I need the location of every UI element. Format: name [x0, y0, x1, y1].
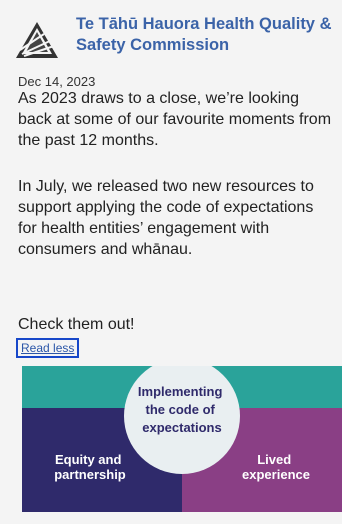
post-paragraph: In July, we released two new resources t… [18, 178, 314, 258]
post-card: Te Tāhū Hauora Health Quality & Safety C… [0, 0, 342, 524]
post-header: Te Tāhū Hauora Health Quality & Safety C… [14, 14, 342, 89]
mountain-logo-icon [14, 20, 60, 62]
org-name-link[interactable]: Te Tāhū Hauora Health Quality & Safety C… [76, 14, 342, 56]
post-paragraph: As 2023 draws to a close, we’re looking … [18, 90, 332, 149]
post-paragraph: Check them out! [18, 316, 135, 333]
post-date: Dec 14, 2023 [18, 74, 96, 89]
image-center-text: Implementing the code of expectations [138, 384, 226, 435]
image-left-text: Equity and partnership [54, 452, 126, 482]
read-less-link[interactable]: Read less [16, 338, 80, 358]
post-image[interactable]: Implementing the code of expectations Eq… [22, 366, 342, 512]
